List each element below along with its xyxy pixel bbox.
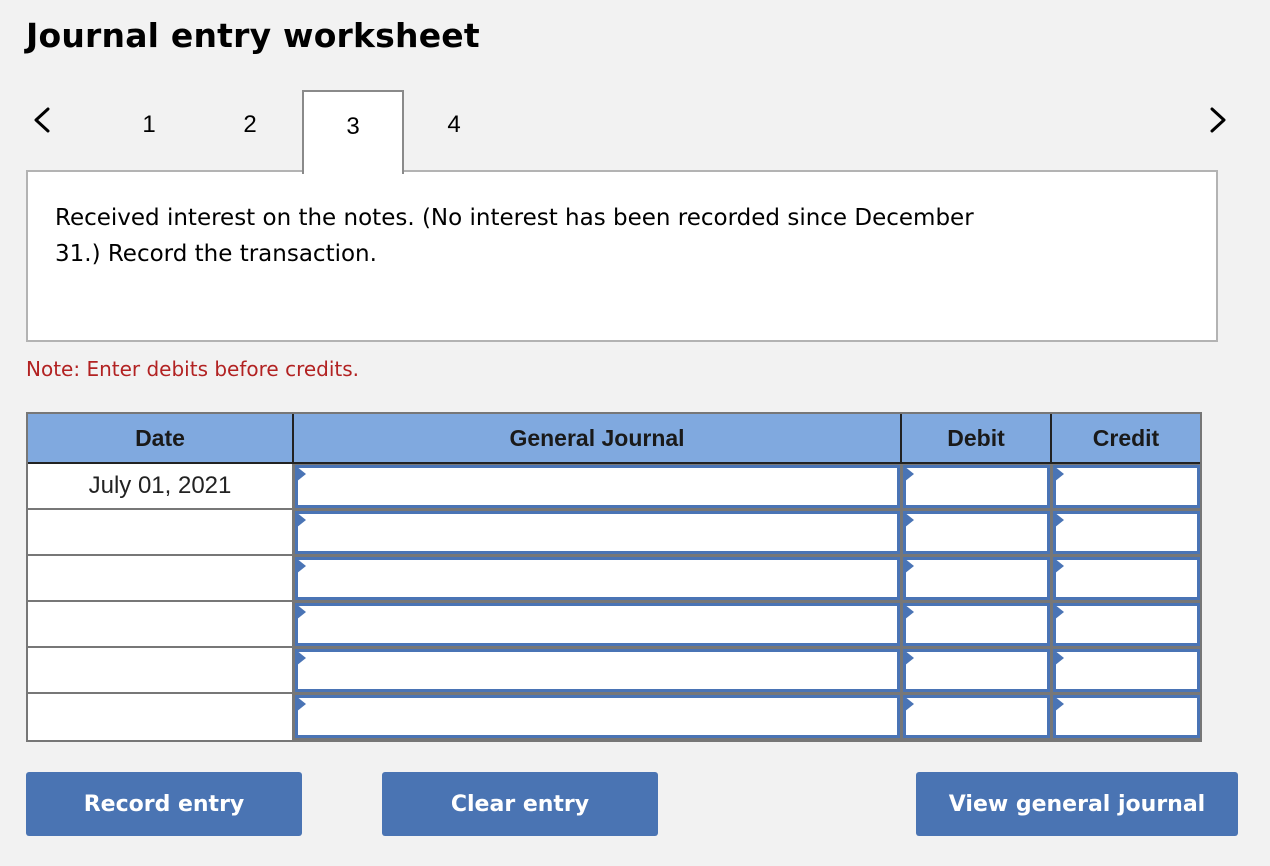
journal-row — [28, 510, 1200, 556]
entry-note: Note: Enter debits before credits. — [26, 357, 360, 381]
account-input[interactable] — [295, 511, 900, 554]
credit-input[interactable] — [1053, 649, 1200, 692]
credit-input[interactable] — [1053, 557, 1200, 600]
journal-header-row: Date General Journal Debit Credit — [28, 414, 1200, 464]
credit-input[interactable] — [1053, 465, 1200, 508]
tab-3-active[interactable]: 3 — [302, 90, 404, 174]
debit-input[interactable] — [903, 603, 1050, 646]
date-cell — [28, 602, 294, 648]
view-general-journal-button[interactable]: View general journal — [916, 772, 1238, 836]
credit-input[interactable] — [1053, 511, 1200, 554]
account-input[interactable] — [295, 649, 900, 692]
journal-row: July 01, 2021 — [28, 464, 1200, 510]
column-header-debit: Debit — [902, 414, 1052, 462]
account-input[interactable] — [295, 695, 900, 738]
debit-input[interactable] — [903, 557, 1050, 600]
journal-row — [28, 694, 1200, 740]
date-cell: July 01, 2021 — [28, 464, 294, 510]
debit-input[interactable] — [903, 465, 1050, 508]
chevron-right-icon — [1210, 107, 1226, 133]
tab-2[interactable]: 2 — [200, 90, 300, 172]
journal-row — [28, 602, 1200, 648]
date-cell — [28, 648, 294, 694]
next-tab-button[interactable] — [1198, 100, 1238, 140]
credit-input[interactable] — [1053, 695, 1200, 738]
date-cell — [28, 556, 294, 602]
tab-4[interactable]: 4 — [404, 90, 504, 172]
column-header-credit: Credit — [1092, 424, 1160, 451]
chevron-left-icon — [34, 107, 50, 133]
date-cell — [28, 694, 294, 740]
debit-input[interactable] — [903, 511, 1050, 554]
account-input[interactable] — [295, 465, 900, 508]
column-header-date: Date — [28, 414, 294, 462]
transaction-prompt-text: Received interest on the notes. (No inte… — [55, 205, 974, 267]
tab-1[interactable]: 1 — [99, 90, 199, 172]
record-entry-button[interactable]: Record entry — [26, 772, 302, 836]
journal-row — [28, 648, 1200, 694]
debit-input[interactable] — [903, 649, 1050, 692]
debit-input[interactable] — [903, 695, 1050, 738]
clear-entry-button[interactable]: Clear entry — [382, 772, 658, 836]
page-title: Journal entry worksheet — [26, 16, 480, 55]
date-cell — [28, 510, 294, 556]
account-input[interactable] — [295, 557, 900, 600]
column-header-general-journal: General Journal — [294, 414, 902, 462]
transaction-prompt-box: Received interest on the notes. (No inte… — [26, 170, 1218, 342]
credit-input[interactable] — [1053, 603, 1200, 646]
previous-tab-button[interactable] — [22, 100, 62, 140]
journal-entry-worksheet-page: Journal entry worksheet 1 2 3 4 Received… — [0, 0, 1270, 866]
journal-table: Date General Journal Debit Credit July 0… — [26, 412, 1202, 742]
journal-row — [28, 556, 1200, 602]
account-input[interactable] — [295, 603, 900, 646]
